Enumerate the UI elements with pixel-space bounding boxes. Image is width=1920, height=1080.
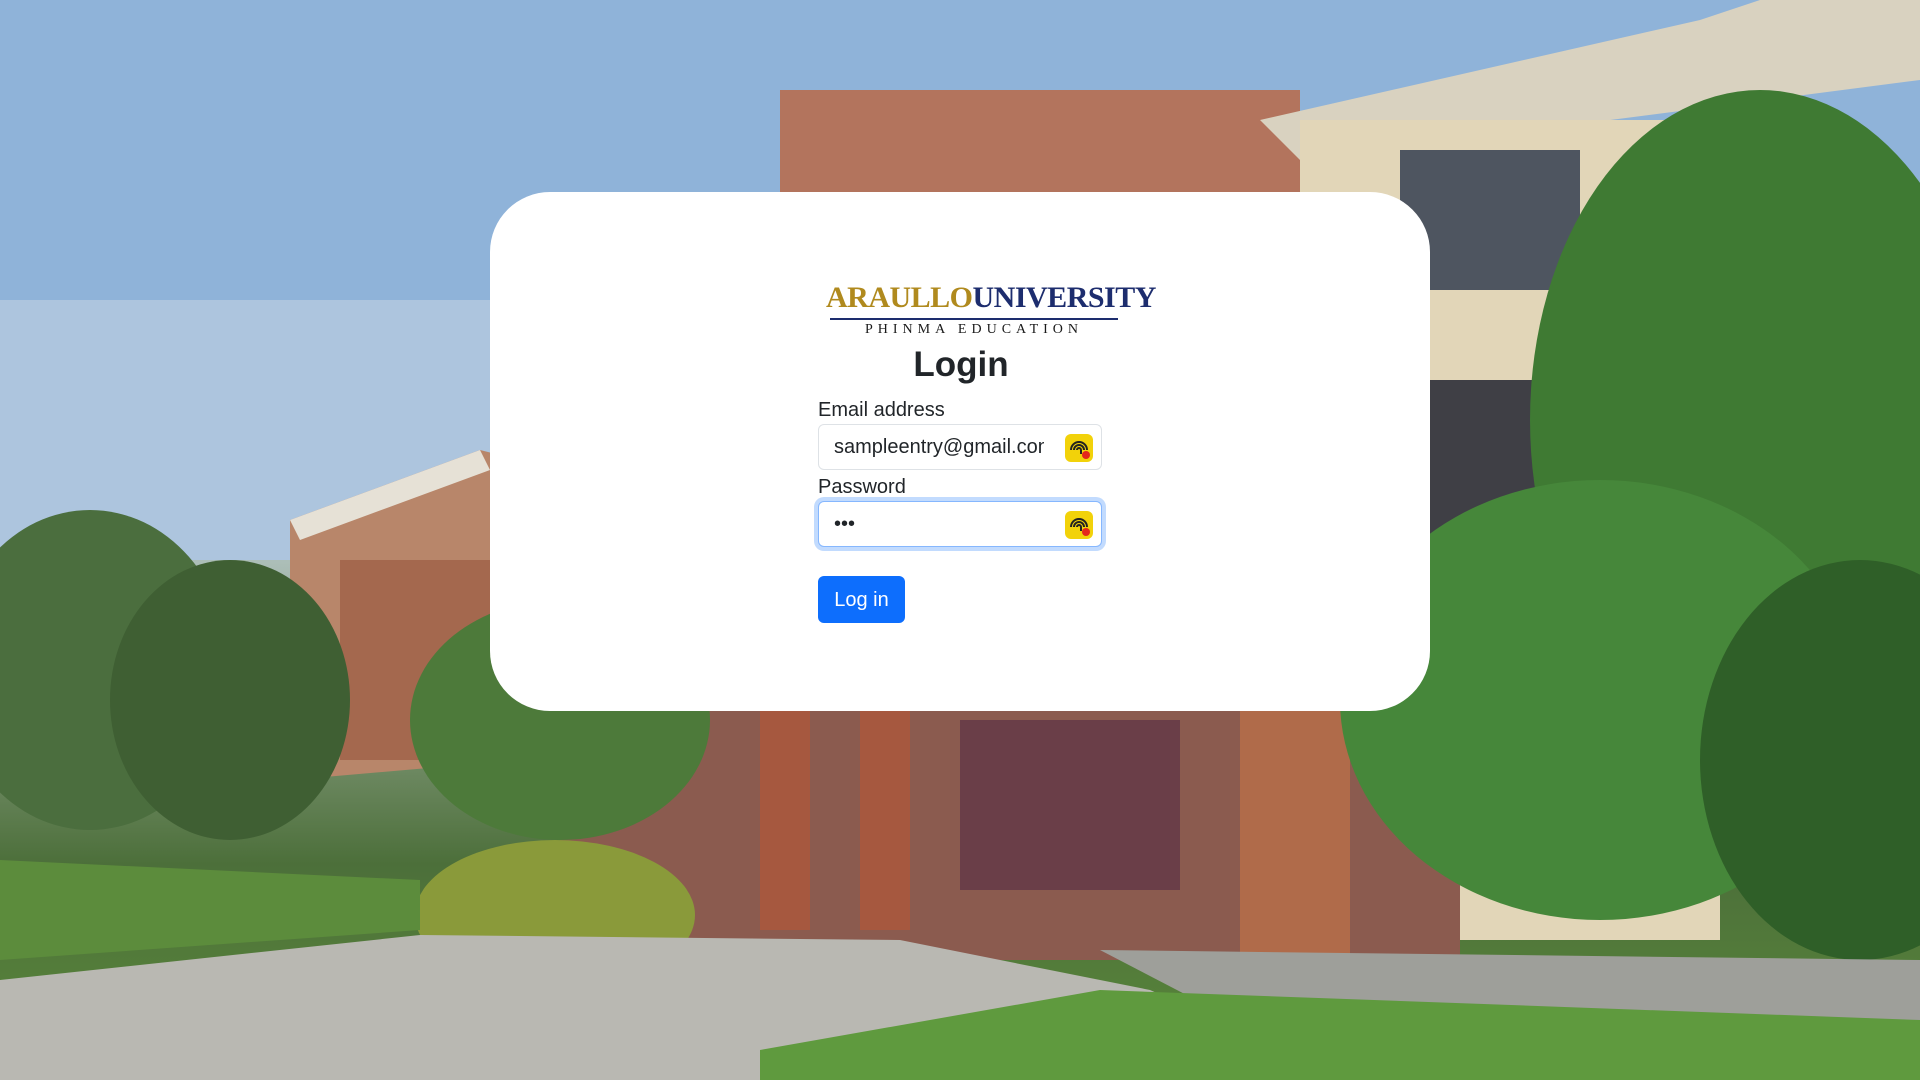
araullo-university-logo: ARAULLOUNIVERSITY PHINMA EDUCATION xyxy=(826,280,1156,340)
email-label: Email address xyxy=(818,399,945,421)
password-manager-extension-icon[interactable] xyxy=(1065,434,1093,462)
logo-divider xyxy=(830,318,1118,320)
logo-wordmark: ARAULLOUNIVERSITY xyxy=(826,280,1156,316)
logo-word-araullo: ARAULLO xyxy=(826,281,973,314)
password-manager-extension-icon[interactable] xyxy=(1065,511,1093,539)
password-field[interactable] xyxy=(834,502,1044,546)
email-field-container xyxy=(818,424,1102,470)
email-field[interactable] xyxy=(834,425,1044,469)
page-title: Login xyxy=(913,345,1009,384)
password-field-container xyxy=(818,501,1102,547)
logo-subtitle: PHINMA EDUCATION xyxy=(864,322,1084,337)
login-button[interactable]: Log in xyxy=(818,576,905,623)
logo-word-university: UNIVERSITY xyxy=(972,281,1157,314)
password-label: Password xyxy=(818,476,906,498)
